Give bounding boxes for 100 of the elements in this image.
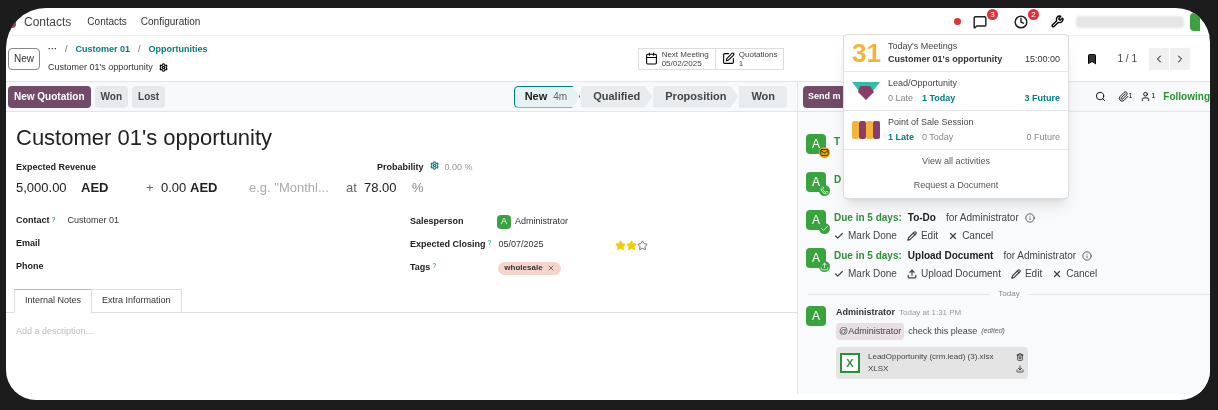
pager-text: 1 / 1 <box>1117 52 1137 66</box>
field-label: Tags <box>410 261 431 275</box>
breadcrumb-separator: / <box>65 43 68 56</box>
close-icon <box>948 230 959 241</box>
action-button[interactable]: Lost <box>132 85 166 108</box>
upload-icon <box>819 261 830 272</box>
breadcrumb-link[interactable]: Customer 01 <box>75 43 131 57</box>
pencil-icon <box>1010 268 1021 279</box>
clock-icon <box>1014 14 1028 29</box>
contact-field[interactable]: Customer 01 <box>67 214 119 228</box>
file-name: LeadOpportunity (crm.lead) (3).xlsx <box>868 351 995 363</box>
info-icon <box>1024 212 1035 223</box>
record-name: Customer 01's opportunity <box>48 60 153 74</box>
stage-button[interactable]: Qualified <box>581 85 653 108</box>
stage-button[interactable]: Won <box>739 85 787 108</box>
next-button[interactable] <box>1170 47 1190 70</box>
download-icon[interactable] <box>1016 365 1024 373</box>
priority-star[interactable] <box>636 239 648 251</box>
field-label: Expected Closing <box>410 238 486 252</box>
action-button[interactable]: New Quotation <box>8 85 91 108</box>
future-count: 3 Future <box>1024 92 1060 105</box>
new-button[interactable]: New <box>8 47 40 70</box>
late-count: 1 Late <box>888 131 915 144</box>
today-count: 0 Today <box>922 131 955 144</box>
avatar: A <box>806 306 826 326</box>
trash-icon[interactable] <box>1016 353 1024 361</box>
breadcrumb-link[interactable]: Opportunities <box>148 43 208 57</box>
plus-sign: + <box>146 178 155 197</box>
message-text: check this please <box>908 324 978 338</box>
meeting-time: 15:00:00 <box>1024 53 1060 66</box>
revenue-field[interactable]: 5,000.00 <box>16 177 81 197</box>
mention-link[interactable]: @Administrator <box>836 322 905 340</box>
paperclip-icon <box>1117 91 1129 102</box>
dropdown-link[interactable]: Request a Document <box>913 179 999 193</box>
activity-title: To-Do <box>907 211 936 225</box>
activities-button[interactable] <box>1014 14 1028 29</box>
person-icon <box>1140 91 1152 102</box>
bookmark-icon[interactable] <box>1085 52 1098 65</box>
notebook-tab[interactable]: Extra Information <box>91 289 182 313</box>
attachment-card[interactable]: X LeadOpportunity (crm.lead) (3).xlsx XLSX <box>836 347 1028 379</box>
field-label: Expected Revenue <box>16 161 98 174</box>
activity-action-link[interactable]: Edit <box>1010 266 1043 281</box>
send-message-button[interactable]: Send m <box>803 85 843 108</box>
activity-title: T <box>834 135 841 149</box>
activity-action-link[interactable]: Cancel <box>948 228 994 243</box>
activity-title: D <box>834 173 842 187</box>
activity-title: Upload Document <box>907 249 994 263</box>
field-label: Probability <box>377 161 424 174</box>
tag-chip[interactable]: wholesale <box>498 261 561 275</box>
check-icon <box>834 230 844 241</box>
due-label: Due in 5 days: <box>834 211 902 225</box>
more-button[interactable]: ··· <box>48 43 57 57</box>
phone-icon <box>819 185 830 196</box>
probability-field[interactable]: 78.00 <box>364 177 412 197</box>
messages-button[interactable] <box>973 14 987 29</box>
calendar-day: 31 <box>852 40 880 66</box>
app-name[interactable]: Contacts <box>24 12 72 31</box>
activity-action-link[interactable]: Edit <box>906 228 939 243</box>
auto-probability: 0.00 % <box>444 161 473 174</box>
remove-icon[interactable] <box>546 264 555 272</box>
due-label: Due in 5 days: <box>834 249 902 263</box>
pencil-icon <box>906 230 917 241</box>
menu-item[interactable]: Configuration <box>140 14 201 29</box>
spreadsheet-icon: X <box>840 353 860 373</box>
activity-group-row[interactable]: Point of Sale Session 1 Late 0 Today 0 Future <box>844 111 1068 150</box>
close-icon <box>1052 268 1063 279</box>
activity-action-link[interactable]: Upload Document <box>906 266 1001 281</box>
stage-button[interactable]: New 4m <box>513 85 581 108</box>
action-button[interactable]: Won <box>94 85 129 108</box>
following-button[interactable]: Following <box>1163 89 1210 104</box>
smart-button[interactable]: Quotations 1 <box>714 47 785 70</box>
field-label: Contact <box>16 214 50 228</box>
avatar: A <box>497 215 511 229</box>
field-label: Phone <box>16 260 44 274</box>
user-avatar[interactable] <box>1190 12 1200 31</box>
settings-icon[interactable] <box>158 62 168 72</box>
at-text: at <box>346 178 358 197</box>
activity-group-row[interactable]: Lead/Opportunity 0 Late 1 Today 3 Future <box>844 72 1068 111</box>
previous-button[interactable] <box>1149 47 1169 70</box>
future-count: 0 Future <box>1026 131 1060 144</box>
smart-button[interactable]: Next Meeting 05/02/2025 <box>637 47 716 70</box>
notebook-tab[interactable]: Internal Notes <box>14 289 93 313</box>
percent-sign: % <box>412 178 424 197</box>
activity-action-link[interactable]: Cancel <box>1052 266 1098 281</box>
currency-text: AED <box>81 178 110 197</box>
activity-action-link[interactable]: Mark Done <box>834 228 897 243</box>
assignee-text: for Administrator <box>945 211 1019 225</box>
menu-item[interactable]: Contacts <box>87 14 127 29</box>
recurring-field[interactable]: 0.00 <box>161 177 190 197</box>
dropdown-link[interactable]: View all activities <box>922 155 990 169</box>
salesperson-field[interactable]: Administrator <box>515 215 568 229</box>
group-title: Point of Sale Session <box>888 115 975 129</box>
field-label: Email <box>16 237 40 251</box>
stage-button[interactable]: Proposition <box>653 85 739 108</box>
activity-group-row[interactable]: 31 Today's Meetings Customer 01's opportunity 15:00:00 <box>844 35 1068 72</box>
edit-icon <box>721 52 735 65</box>
search-icon[interactable] <box>1094 91 1106 102</box>
activity-action-link[interactable]: Mark Done <box>834 266 897 281</box>
closing-date-field[interactable]: 05/07/2025 <box>498 238 615 252</box>
tools-icon[interactable] <box>1051 15 1064 28</box>
